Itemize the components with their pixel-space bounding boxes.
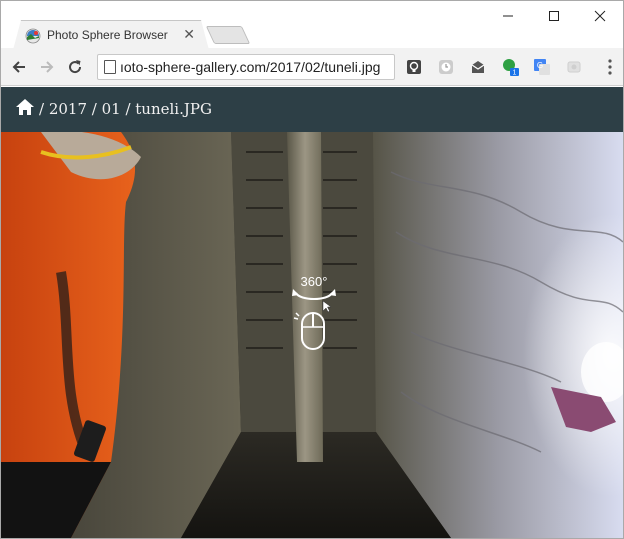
tab-title: Photo Sphere Browser	[47, 28, 168, 42]
back-arrow-icon	[12, 61, 25, 73]
close-window-button[interactable]	[577, 1, 623, 31]
address-bar[interactable]: ıoto-sphere-gallery.com/2017/02/tuneli.j…	[97, 54, 395, 80]
extension-status[interactable]: 1	[501, 58, 519, 76]
maximize-button[interactable]	[531, 1, 577, 31]
breadcrumb: / 2017 / 01 / tuneli.JPG	[39, 100, 212, 118]
home-icon[interactable]	[15, 98, 35, 116]
new-tab-button[interactable]	[205, 26, 251, 44]
mail-checker-icon	[471, 61, 485, 73]
hint-label: 360°	[301, 274, 328, 289]
more-vert-icon[interactable]	[607, 58, 613, 76]
translate-icon: G	[534, 59, 550, 75]
green-status-icon: 1	[503, 59, 519, 77]
url-text[interactable]: ıoto-sphere-gallery.com/2017/02/tuneli.j…	[120, 59, 390, 75]
minimize-button[interactable]	[485, 1, 531, 31]
browser-window: Photo Sphere Browser ✕ ıoto-sphere-galle…	[0, 0, 624, 539]
close-icon	[594, 10, 606, 22]
maximize-icon	[549, 11, 559, 21]
forward-button[interactable]	[35, 55, 59, 79]
photo-sphere-favicon-icon	[25, 28, 41, 44]
reload-icon	[69, 60, 82, 74]
window-controls	[485, 1, 623, 31]
extension-lightbulb[interactable]	[405, 58, 423, 76]
title-bar: Photo Sphere Browser ✕	[1, 1, 623, 48]
page-header: / 2017 / 01 / tuneli.JPG	[1, 87, 623, 132]
page-info-icon[interactable]	[104, 60, 116, 74]
minimize-icon	[503, 15, 513, 17]
browser-toolbar: ıoto-sphere-gallery.com/2017/02/tuneli.j…	[1, 48, 623, 86]
svg-text:1: 1	[513, 70, 517, 77]
clock-icon	[439, 60, 453, 74]
lightbulb-icon	[407, 60, 421, 74]
extension-disabled[interactable]	[565, 58, 583, 76]
reload-button[interactable]	[63, 55, 87, 79]
extension-clock[interactable]	[437, 58, 455, 76]
tab-close-icon[interactable]: ✕	[183, 26, 195, 43]
browser-tab[interactable]: Photo Sphere Browser ✕	[13, 20, 209, 50]
extension-mail[interactable]	[469, 58, 487, 76]
panorama-viewer[interactable]: 360°	[1, 132, 623, 538]
back-button[interactable]	[7, 55, 31, 79]
extension-translate[interactable]: G	[533, 58, 551, 76]
forward-arrow-icon	[41, 61, 54, 73]
puzzle-icon	[567, 61, 581, 73]
svg-text:G: G	[537, 61, 543, 70]
drag-360-hint-icon: 360°	[292, 274, 336, 350]
